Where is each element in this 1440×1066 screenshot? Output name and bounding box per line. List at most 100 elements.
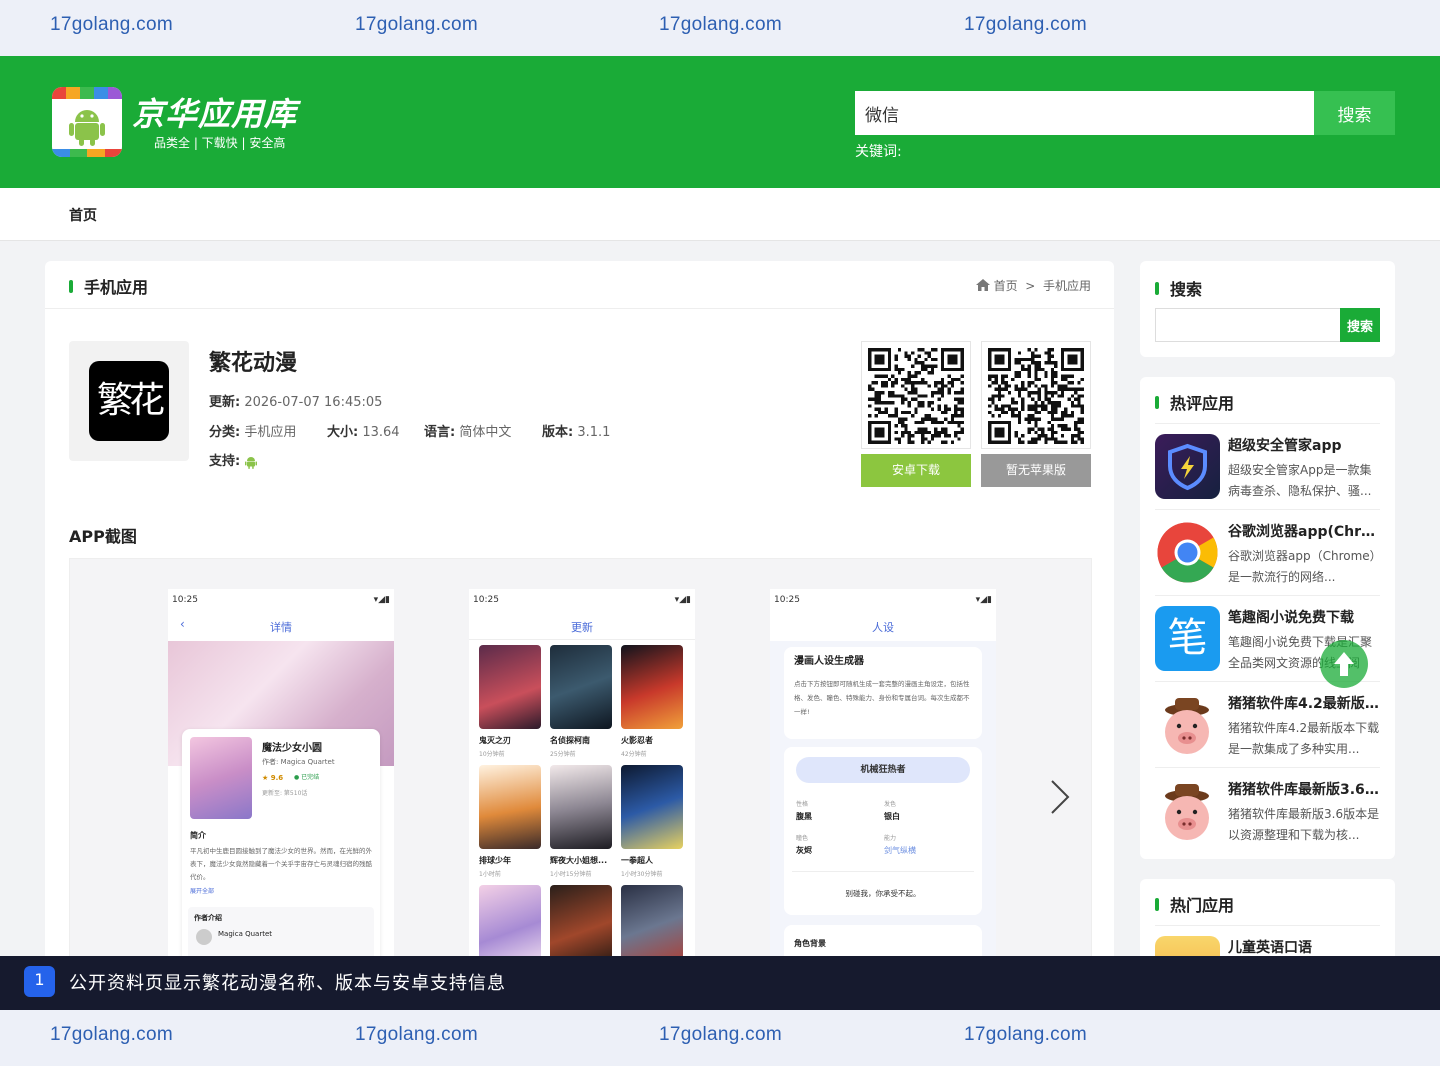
nav-item-home[interactable]: 首页 bbox=[69, 205, 97, 225]
main-nav: 首页 bbox=[0, 188, 1440, 241]
comic-title: 鬼灭之刃 bbox=[479, 736, 511, 745]
comic-title: 火影忍者 bbox=[621, 736, 653, 745]
watermark-bar-top: 17golang.com 17golang.com 17golang.com 1… bbox=[0, 0, 1440, 56]
comic-title: 名侦探柯南 bbox=[550, 736, 590, 745]
caption-bar: 1 公开资料页显示繁花动漫名称、版本与安卓支持信息 bbox=[0, 956, 1440, 1010]
android-icon bbox=[245, 456, 258, 469]
ios-qr-code bbox=[981, 341, 1091, 449]
hot-review-name[interactable]: 猪猪软件库最新版3.6... bbox=[1228, 779, 1380, 799]
hot-review-item[interactable]: 超级安全管家app 超级安全管家App是一款集病毒查杀、隐私保护、骚... bbox=[1155, 423, 1380, 509]
hot-review-desc: 超级安全管家App是一款集病毒查杀、隐私保护、骚... bbox=[1228, 463, 1372, 498]
site-title[interactable]: 京华应用库 bbox=[132, 89, 297, 135]
avatar bbox=[196, 929, 212, 945]
card-update: 更新至: 第510话 bbox=[262, 790, 308, 797]
generator-card: 漫画人设生成器 点击下方按钮即可随机生成一套完整的漫画主角设定，包括性格、发色、… bbox=[784, 647, 982, 739]
caption-text: 公开资料页显示繁花动漫名称、版本与安卓支持信息 bbox=[69, 973, 506, 994]
generator-desc: 点击下方按钮即可随机生成一套完整的漫画主角设定，包括性格、发色、瞳色、特殊能力、… bbox=[794, 680, 970, 716]
support-label: 支持: bbox=[209, 454, 241, 469]
breadcrumb-home[interactable]: 首页 bbox=[994, 279, 1018, 293]
ios-unavailable-button[interactable]: 暂无苹果版 bbox=[981, 454, 1091, 487]
watermark-text: 17golang.com bbox=[50, 1024, 173, 1045]
hot-review-item[interactable]: 猪猪软件库最新版3.6... 猪猪软件库最新版3.6版本是以资源整理和下载为核.… bbox=[1155, 767, 1380, 853]
pig-icon bbox=[1155, 692, 1220, 757]
qr-code-icon bbox=[868, 348, 964, 444]
hot-review-name[interactable]: 超级安全管家app bbox=[1228, 435, 1380, 455]
app-icon-frame: 繁花 bbox=[69, 341, 189, 461]
hot-review-item[interactable]: 谷歌浏览器app(Chro... 谷歌浏览器app（Chrome）是一款流行的网… bbox=[1155, 509, 1380, 595]
app-detail-panel: 手机应用 首页 > 手机应用 繁花 繁花动漫 更新: 2026-07-07 16… bbox=[45, 261, 1114, 1021]
hot-review-name[interactable]: 笔趣阁小说免费下载 bbox=[1228, 607, 1380, 627]
comic-time: 1小时30分钟前 bbox=[621, 871, 663, 878]
keywords-label: 关键词: bbox=[855, 144, 902, 160]
chevron-right-icon[interactable] bbox=[1048, 777, 1072, 817]
watermark-text: 17golang.com bbox=[355, 1024, 478, 1045]
comic-thumb bbox=[550, 645, 612, 729]
section-marker bbox=[1155, 396, 1159, 409]
sidebar-search-title: 搜索 bbox=[1170, 280, 1203, 299]
app-icon: 繁花 bbox=[89, 361, 169, 441]
site-header: 京华应用库 品类全 | 下载快 | 安全高 搜索 关键词: bbox=[0, 56, 1440, 188]
hot-review-name[interactable]: 谷歌浏览器app(Chro... bbox=[1228, 521, 1380, 541]
phone-title: 更新 bbox=[571, 621, 593, 634]
watermark-bar-bottom: 17golang.com 17golang.com 17golang.com 1… bbox=[0, 1010, 1440, 1066]
card-status: ● 已完结 bbox=[294, 774, 320, 781]
generator-title: 漫画人设生成器 bbox=[794, 656, 864, 667]
android-download-button[interactable]: 安卓下载 bbox=[861, 454, 971, 487]
sidebar-search-button[interactable]: 搜索 bbox=[1340, 308, 1380, 342]
screenshot-character[interactable]: 10:25 ▾◢▮ 人设 漫画人设生成器 点击下方按钮即可随机生成一套完整的漫画主… bbox=[770, 589, 996, 1019]
android-logo-icon bbox=[69, 110, 105, 146]
screenshot-detail[interactable]: 10:25 ▾◢▮ 详情 ‹ 魔法少女小圆 作者: Magica Quartet … bbox=[168, 589, 394, 1019]
search-input[interactable] bbox=[855, 91, 1314, 135]
update-value: 2026-07-07 16:45:05 bbox=[244, 395, 383, 410]
screenshots-title: APP截图 bbox=[69, 527, 137, 546]
watermark-text: 17golang.com bbox=[964, 1024, 1087, 1045]
size-value: 13.64 bbox=[362, 425, 400, 440]
screenshot-updates[interactable]: 10:25 ▾◢▮ 更新 鬼灭之刃 名侦探柯南 火影忍者 10分钟前 25分钟前 … bbox=[469, 589, 695, 1019]
hot-review-item[interactable]: 猪猪软件库4.2最新版... 猪猪软件库4.2最新版本下载是一款集成了多种实用.… bbox=[1155, 681, 1380, 767]
background-label: 角色背景 bbox=[794, 939, 826, 948]
trait-key: 发色 bbox=[884, 801, 897, 808]
breadcrumb-separator: > bbox=[1025, 279, 1036, 293]
comic-thumb bbox=[621, 765, 683, 849]
category-info: 分类: 手机应用 bbox=[209, 421, 296, 440]
hot-review-desc: 猪猪软件库最新版3.6版本是以资源整理和下载为核... bbox=[1228, 807, 1380, 842]
author-name: Magica Quartet bbox=[218, 930, 272, 938]
intro-text: 平凡初中生鹿目圆接触到了魔法少女的世界。然而，在光鲜的外表下，魔法少女竟然隐藏着… bbox=[190, 847, 372, 881]
comic-thumb bbox=[621, 645, 683, 729]
watermark-text: 17golang.com bbox=[50, 14, 173, 35]
support-info: 支持: bbox=[209, 450, 258, 469]
divider bbox=[792, 871, 974, 872]
section-marker bbox=[69, 280, 73, 293]
trait-key: 能力 bbox=[884, 835, 897, 842]
screenshots-carousel: 10:25 ▾◢▮ 详情 ‹ 魔法少女小圆 作者: Magica Quartet … bbox=[69, 558, 1092, 1021]
sidebar-search-input[interactable] bbox=[1155, 308, 1341, 342]
hot-review-name[interactable]: 猪猪软件库4.2最新版... bbox=[1228, 693, 1380, 713]
breadcrumb: 首页 > 手机应用 bbox=[975, 277, 1091, 294]
comic-thumb bbox=[550, 765, 612, 849]
comic-time: 10分钟前 bbox=[479, 751, 505, 758]
character-quote: 别碰我，你承受不起。 bbox=[845, 889, 921, 898]
header-search: 搜索 bbox=[855, 91, 1395, 135]
card-rating: ★ 9.6 bbox=[262, 774, 284, 782]
divider bbox=[45, 308, 1114, 309]
sidebar-hot-review-card: 热评应用 超级安全管家app 超级安全管家App是一款集病毒查杀、隐私保护、骚.… bbox=[1140, 377, 1395, 859]
site-slogan: 品类全 | 下载快 | 安全高 bbox=[154, 136, 286, 150]
breadcrumb-current[interactable]: 手机应用 bbox=[1043, 279, 1091, 293]
pig-icon bbox=[1155, 778, 1220, 843]
hot-app-name[interactable]: 儿童英语口语 bbox=[1228, 937, 1380, 957]
section-marker bbox=[1155, 898, 1159, 911]
qr-code-icon bbox=[988, 348, 1084, 444]
trait-key: 性格 bbox=[796, 801, 809, 808]
category-value: 手机应用 bbox=[244, 425, 297, 440]
version-info: 版本: 3.1.1 bbox=[542, 421, 610, 440]
shield-icon bbox=[1155, 434, 1220, 499]
comic-time: 42分钟前 bbox=[621, 751, 647, 758]
search-button[interactable]: 搜索 bbox=[1314, 91, 1395, 135]
comic-time: 25分钟前 bbox=[550, 751, 576, 758]
trait-value: 银白 bbox=[884, 812, 900, 821]
trait-key: 瞳色 bbox=[796, 835, 809, 842]
back-to-top-button[interactable] bbox=[1320, 640, 1368, 688]
language-label: 语言: bbox=[424, 425, 456, 440]
site-logo[interactable] bbox=[52, 87, 122, 157]
hot-review-title: 热评应用 bbox=[1170, 394, 1235, 413]
